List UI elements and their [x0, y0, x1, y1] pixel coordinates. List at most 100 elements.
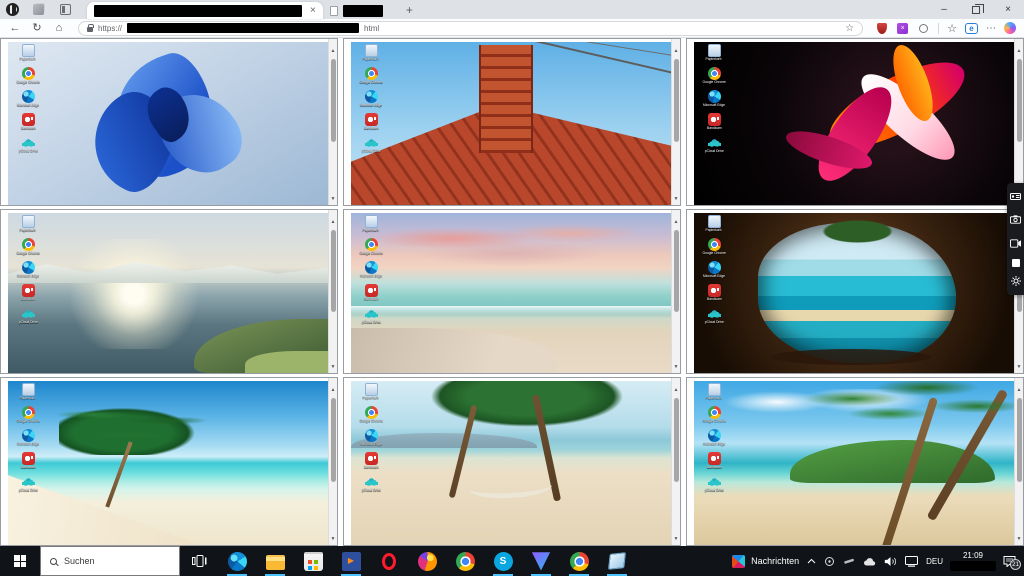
scroll-down-icon[interactable]: [1017, 355, 1022, 373]
desktop-icon-recycle-bin[interactable]: Papierkorb: [10, 44, 46, 64]
reload-button[interactable]: ↻: [30, 23, 44, 34]
scroll-up-icon[interactable]: [674, 210, 679, 228]
desktop-icon-edge[interactable]: Microsoft Edge: [353, 429, 389, 449]
browser-essentials-icon[interactable]: e: [965, 23, 978, 34]
desktop-icon-bandicam[interactable]: Bandicam: [353, 113, 389, 133]
new-tab-button[interactable]: +: [402, 3, 417, 17]
screenshot-icon[interactable]: [1010, 187, 1021, 205]
desktop-icon-recycle-bin[interactable]: Papierkorb: [353, 44, 389, 64]
desktop-viewport[interactable]: Papierkorb Google Chrome Microsoft Edge Ban…: [8, 381, 328, 545]
scrollbar-thumb[interactable]: [674, 230, 679, 312]
desktop-icon-recycle-bin[interactable]: Papierkorb: [353, 383, 389, 403]
desktop-icon-bandicam[interactable]: Bandicam: [696, 452, 732, 472]
desktop-icon-chrome[interactable]: Google Chrome: [353, 238, 389, 258]
volume-icon[interactable]: [884, 556, 897, 567]
desktop-icon-recycle-bin[interactable]: Papierkorb: [10, 215, 46, 235]
desktop-icon-edge[interactable]: Microsoft Edge: [696, 90, 732, 110]
camera-icon[interactable]: [1010, 211, 1021, 229]
desktop-viewport[interactable]: Papierkorb Google Chrome Microsoft Edge Ban…: [8, 42, 328, 205]
desktop-icon-bandicam[interactable]: Bandicam: [10, 113, 46, 133]
scroll-up-icon[interactable]: [331, 39, 336, 57]
taskbar-app-firefox[interactable]: [408, 546, 446, 576]
restore-button[interactable]: [960, 0, 992, 19]
desktop-viewport[interactable]: PapierkorbGoogle ChromeMicrosoft EdgeBan…: [351, 213, 671, 373]
favorite-star-icon[interactable]: ☆: [845, 23, 854, 34]
vertical-tabs-icon[interactable]: [60, 4, 71, 15]
desktop-icon-recycle-bin[interactable]: Papierkorb: [10, 383, 46, 403]
taskbar-app-edge[interactable]: [218, 546, 256, 576]
scroll-up-icon[interactable]: [1017, 378, 1022, 396]
back-button[interactable]: ←: [8, 23, 22, 34]
address-bar[interactable]: https:// html ☆: [78, 21, 863, 36]
desktop-icon-pcloud[interactable]: pCloud Drive: [696, 136, 732, 156]
taskbar-app-chrome-2[interactable]: [560, 546, 598, 576]
desktop-icon-bandicam[interactable]: Bandicam: [696, 284, 732, 304]
desktop-icon-chrome[interactable]: Google Chrome: [10, 406, 46, 426]
settings-menu-icon[interactable]: ⋯: [986, 23, 996, 34]
scroll-down-icon[interactable]: [1017, 527, 1022, 545]
scroll-down-icon[interactable]: [674, 527, 679, 545]
scroll-up-icon[interactable]: [1017, 39, 1022, 57]
desktop-icon-pcloud[interactable]: pCloud Drive: [696, 475, 732, 495]
scroll-down-icon[interactable]: [331, 187, 336, 205]
scrollbar-thumb[interactable]: [674, 59, 679, 142]
scroll-up-icon[interactable]: [331, 210, 336, 228]
desktop-icon-pcloud[interactable]: pCloud Drive: [353, 136, 389, 156]
tray-app-icon[interactable]: [824, 556, 835, 567]
desktop-icon-chrome[interactable]: Google Chrome: [353, 67, 389, 87]
scroll-up-icon[interactable]: [674, 39, 679, 57]
task-view-button[interactable]: [180, 546, 218, 576]
desktop-icon-edge[interactable]: Microsoft Edge: [353, 261, 389, 281]
taskbar-app-explorer[interactable]: [256, 546, 294, 576]
desktop-icon-recycle-bin[interactable]: Papierkorb: [696, 44, 732, 64]
desktop-viewport[interactable]: Papierkorb Google Chrome Microsoft Edge Ban…: [351, 42, 671, 205]
scrollbar-thumb[interactable]: [1017, 59, 1022, 142]
stop-square-icon[interactable]: [1012, 259, 1020, 267]
desktop-icon-recycle-bin[interactable]: Papierkorb: [353, 215, 389, 235]
taskbar-app-films[interactable]: [332, 546, 370, 576]
scroll-down-icon[interactable]: [331, 355, 336, 373]
desktop-icon-edge[interactable]: Microsoft Edge: [10, 429, 46, 449]
scrollbar[interactable]: [328, 378, 337, 545]
scrollbar[interactable]: [328, 39, 337, 205]
scrollbar[interactable]: [1014, 378, 1023, 545]
settings-gear-icon[interactable]: [1011, 273, 1021, 291]
chevron-up-icon[interactable]: [807, 558, 816, 564]
desktop-icon-bandicam[interactable]: Bandicam: [10, 284, 46, 304]
tab-background[interactable]: [323, 2, 390, 19]
scroll-down-icon[interactable]: [674, 355, 679, 373]
desktop-icon-edge[interactable]: Microsoft Edge: [353, 90, 389, 110]
scroll-up-icon[interactable]: [331, 378, 336, 396]
scrollbar[interactable]: [671, 210, 680, 373]
favorites-hub-icon[interactable]: ☆: [947, 22, 957, 35]
desktop-icon-edge[interactable]: Microsoft Edge: [10, 90, 46, 110]
desktop-icon-pcloud[interactable]: pCloud Drive: [353, 475, 389, 495]
desktop-icon-recycle-bin[interactable]: Papierkorb: [696, 383, 732, 403]
scrollbar[interactable]: [1014, 39, 1023, 205]
desktop-viewport[interactable]: PapierkorbGoogle ChromeMicrosoft EdgeBan…: [694, 42, 1014, 205]
clock[interactable]: 21:09: [951, 552, 995, 570]
desktop-icon-chrome[interactable]: Google Chrome: [696, 406, 732, 426]
ring-extension-icon[interactable]: [917, 22, 930, 35]
scroll-down-icon[interactable]: [331, 527, 336, 545]
desktop-icon-edge[interactable]: Microsoft Edge: [696, 429, 732, 449]
taskbar-app-store[interactable]: [294, 546, 332, 576]
action-center-button[interactable]: 21: [1003, 555, 1016, 567]
desktop-icon-bandicam[interactable]: Bandicam: [10, 452, 46, 472]
screen-record-icon[interactable]: [1010, 235, 1021, 253]
desktop-icon-chrome[interactable]: Google Chrome: [10, 67, 46, 87]
desktop-icon-pcloud[interactable]: pCloud Drive: [10, 307, 46, 327]
onedrive-cloud-icon[interactable]: [863, 557, 876, 566]
desktop-viewport[interactable]: Papierkorb Google Chrome Microsoft Edge Ban…: [351, 381, 671, 545]
desktop-icon-bandicam[interactable]: Bandicam: [353, 452, 389, 472]
scroll-up-icon[interactable]: [674, 378, 679, 396]
language-indicator[interactable]: DEU: [926, 557, 943, 566]
taskbar-app-chrome[interactable]: [446, 546, 484, 576]
taskbar-app-triangle[interactable]: [522, 546, 560, 576]
desktop-icon-chrome[interactable]: Google Chrome: [353, 406, 389, 426]
tray-pen-icon[interactable]: [843, 556, 855, 566]
desktop-icon-edge[interactable]: Microsoft Edge: [10, 261, 46, 281]
scrollbar[interactable]: [671, 39, 680, 205]
desktop-icon-chrome[interactable]: Google Chrome: [10, 238, 46, 258]
tab-close-icon[interactable]: ×: [310, 6, 316, 16]
